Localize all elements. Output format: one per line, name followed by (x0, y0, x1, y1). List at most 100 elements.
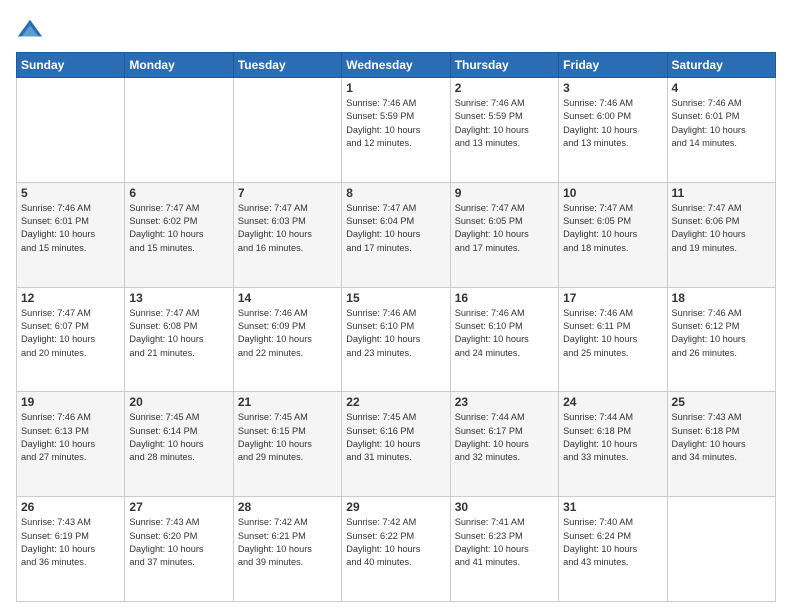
day-number: 11 (672, 186, 771, 200)
calendar-cell: 5 Sunrise: 7:46 AM Sunset: 6:01 PM Daylig… (17, 182, 125, 287)
day-number: 9 (455, 186, 554, 200)
calendar-week-3: 12 Sunrise: 7:47 AM Sunset: 6:07 PM Dayli… (17, 287, 776, 392)
day-info: Sunrise: 7:46 AM Sunset: 6:10 PM Dayligh… (346, 307, 445, 360)
day-info: Sunrise: 7:45 AM Sunset: 6:16 PM Dayligh… (346, 411, 445, 464)
day-number: 25 (672, 395, 771, 409)
calendar-cell: 28 Sunrise: 7:42 AM Sunset: 6:21 PM Dayli… (233, 497, 341, 602)
day-info: Sunrise: 7:42 AM Sunset: 6:21 PM Dayligh… (238, 516, 337, 569)
day-info: Sunrise: 7:44 AM Sunset: 6:17 PM Dayligh… (455, 411, 554, 464)
day-info: Sunrise: 7:45 AM Sunset: 6:15 PM Dayligh… (238, 411, 337, 464)
day-number: 30 (455, 500, 554, 514)
day-number: 10 (563, 186, 662, 200)
day-number: 21 (238, 395, 337, 409)
calendar-cell: 12 Sunrise: 7:47 AM Sunset: 6:07 PM Dayli… (17, 287, 125, 392)
day-number: 12 (21, 291, 120, 305)
calendar-table: SundayMondayTuesdayWednesdayThursdayFrid… (16, 52, 776, 602)
day-number: 19 (21, 395, 120, 409)
day-info: Sunrise: 7:47 AM Sunset: 6:05 PM Dayligh… (563, 202, 662, 255)
day-info: Sunrise: 7:46 AM Sunset: 6:13 PM Dayligh… (21, 411, 120, 464)
day-info: Sunrise: 7:47 AM Sunset: 6:05 PM Dayligh… (455, 202, 554, 255)
day-info: Sunrise: 7:46 AM Sunset: 6:10 PM Dayligh… (455, 307, 554, 360)
day-number: 6 (129, 186, 228, 200)
day-info: Sunrise: 7:46 AM Sunset: 6:09 PM Dayligh… (238, 307, 337, 360)
weekday-header-wednesday: Wednesday (342, 53, 450, 78)
calendar-cell: 4 Sunrise: 7:46 AM Sunset: 6:01 PM Daylig… (667, 78, 775, 183)
day-info: Sunrise: 7:46 AM Sunset: 6:12 PM Dayligh… (672, 307, 771, 360)
calendar-cell: 7 Sunrise: 7:47 AM Sunset: 6:03 PM Daylig… (233, 182, 341, 287)
day-info: Sunrise: 7:45 AM Sunset: 6:14 PM Dayligh… (129, 411, 228, 464)
day-info: Sunrise: 7:46 AM Sunset: 5:59 PM Dayligh… (346, 97, 445, 150)
weekday-header-saturday: Saturday (667, 53, 775, 78)
calendar-cell: 6 Sunrise: 7:47 AM Sunset: 6:02 PM Daylig… (125, 182, 233, 287)
day-info: Sunrise: 7:43 AM Sunset: 6:18 PM Dayligh… (672, 411, 771, 464)
day-number: 8 (346, 186, 445, 200)
calendar-week-1: 1 Sunrise: 7:46 AM Sunset: 5:59 PM Daylig… (17, 78, 776, 183)
calendar-header-row: SundayMondayTuesdayWednesdayThursdayFrid… (17, 53, 776, 78)
day-number: 27 (129, 500, 228, 514)
calendar-cell: 8 Sunrise: 7:47 AM Sunset: 6:04 PM Daylig… (342, 182, 450, 287)
calendar-cell: 17 Sunrise: 7:46 AM Sunset: 6:11 PM Dayli… (559, 287, 667, 392)
weekday-header-monday: Monday (125, 53, 233, 78)
calendar-week-4: 19 Sunrise: 7:46 AM Sunset: 6:13 PM Dayli… (17, 392, 776, 497)
day-info: Sunrise: 7:47 AM Sunset: 6:08 PM Dayligh… (129, 307, 228, 360)
calendar-cell: 10 Sunrise: 7:47 AM Sunset: 6:05 PM Dayli… (559, 182, 667, 287)
day-number: 14 (238, 291, 337, 305)
day-info: Sunrise: 7:47 AM Sunset: 6:06 PM Dayligh… (672, 202, 771, 255)
day-info: Sunrise: 7:47 AM Sunset: 6:07 PM Dayligh… (21, 307, 120, 360)
day-number: 2 (455, 81, 554, 95)
day-info: Sunrise: 7:43 AM Sunset: 6:19 PM Dayligh… (21, 516, 120, 569)
day-number: 16 (455, 291, 554, 305)
day-number: 4 (672, 81, 771, 95)
page: SundayMondayTuesdayWednesdayThursdayFrid… (0, 0, 792, 612)
calendar-cell: 25 Sunrise: 7:43 AM Sunset: 6:18 PM Dayli… (667, 392, 775, 497)
day-info: Sunrise: 7:43 AM Sunset: 6:20 PM Dayligh… (129, 516, 228, 569)
day-number: 23 (455, 395, 554, 409)
logo (16, 16, 48, 44)
day-info: Sunrise: 7:46 AM Sunset: 5:59 PM Dayligh… (455, 97, 554, 150)
calendar-cell (17, 78, 125, 183)
day-info: Sunrise: 7:46 AM Sunset: 6:00 PM Dayligh… (563, 97, 662, 150)
header (16, 16, 776, 44)
day-info: Sunrise: 7:47 AM Sunset: 6:04 PM Dayligh… (346, 202, 445, 255)
calendar-cell: 11 Sunrise: 7:47 AM Sunset: 6:06 PM Dayli… (667, 182, 775, 287)
calendar-cell: 20 Sunrise: 7:45 AM Sunset: 6:14 PM Dayli… (125, 392, 233, 497)
calendar-cell (233, 78, 341, 183)
day-number: 29 (346, 500, 445, 514)
day-number: 17 (563, 291, 662, 305)
calendar-cell: 23 Sunrise: 7:44 AM Sunset: 6:17 PM Dayli… (450, 392, 558, 497)
day-info: Sunrise: 7:44 AM Sunset: 6:18 PM Dayligh… (563, 411, 662, 464)
day-number: 31 (563, 500, 662, 514)
day-info: Sunrise: 7:40 AM Sunset: 6:24 PM Dayligh… (563, 516, 662, 569)
calendar-cell: 29 Sunrise: 7:42 AM Sunset: 6:22 PM Dayli… (342, 497, 450, 602)
day-info: Sunrise: 7:47 AM Sunset: 6:03 PM Dayligh… (238, 202, 337, 255)
day-info: Sunrise: 7:47 AM Sunset: 6:02 PM Dayligh… (129, 202, 228, 255)
day-info: Sunrise: 7:46 AM Sunset: 6:01 PM Dayligh… (672, 97, 771, 150)
calendar-cell: 27 Sunrise: 7:43 AM Sunset: 6:20 PM Dayli… (125, 497, 233, 602)
day-info: Sunrise: 7:42 AM Sunset: 6:22 PM Dayligh… (346, 516, 445, 569)
day-info: Sunrise: 7:46 AM Sunset: 6:11 PM Dayligh… (563, 307, 662, 360)
calendar-cell: 3 Sunrise: 7:46 AM Sunset: 6:00 PM Daylig… (559, 78, 667, 183)
day-info: Sunrise: 7:46 AM Sunset: 6:01 PM Dayligh… (21, 202, 120, 255)
weekday-header-sunday: Sunday (17, 53, 125, 78)
calendar-cell: 31 Sunrise: 7:40 AM Sunset: 6:24 PM Dayli… (559, 497, 667, 602)
day-number: 18 (672, 291, 771, 305)
day-number: 20 (129, 395, 228, 409)
calendar-cell: 16 Sunrise: 7:46 AM Sunset: 6:10 PM Dayli… (450, 287, 558, 392)
day-number: 1 (346, 81, 445, 95)
calendar-cell: 2 Sunrise: 7:46 AM Sunset: 5:59 PM Daylig… (450, 78, 558, 183)
day-number: 5 (21, 186, 120, 200)
day-number: 13 (129, 291, 228, 305)
day-number: 28 (238, 500, 337, 514)
logo-icon (16, 16, 44, 44)
day-number: 7 (238, 186, 337, 200)
calendar-week-2: 5 Sunrise: 7:46 AM Sunset: 6:01 PM Daylig… (17, 182, 776, 287)
day-number: 3 (563, 81, 662, 95)
day-number: 24 (563, 395, 662, 409)
weekday-header-friday: Friday (559, 53, 667, 78)
calendar-cell: 22Sunrise: 7:45 AM Sunset: 6:16 PM Dayli… (342, 392, 450, 497)
calendar-cell (667, 497, 775, 602)
day-number: 26 (21, 500, 120, 514)
weekday-header-thursday: Thursday (450, 53, 558, 78)
calendar-cell: 15Sunrise: 7:46 AM Sunset: 6:10 PM Dayli… (342, 287, 450, 392)
calendar-cell: 24 Sunrise: 7:44 AM Sunset: 6:18 PM Dayli… (559, 392, 667, 497)
